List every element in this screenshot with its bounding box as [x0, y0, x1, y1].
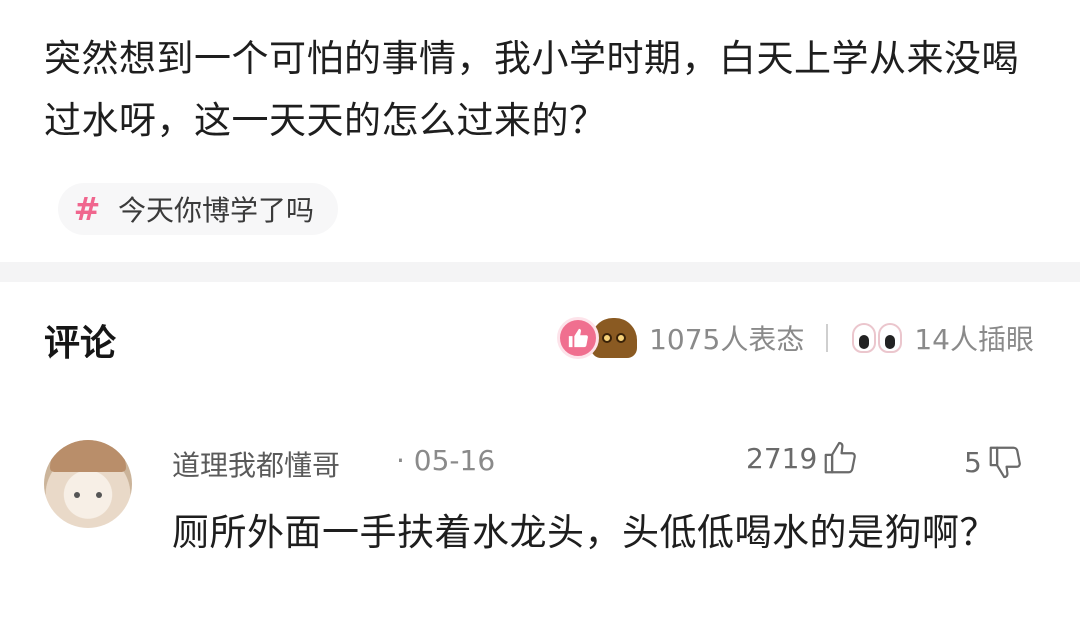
comment-date: · 05-16 — [396, 444, 496, 477]
eyes-count: 14人插眼 — [914, 323, 1034, 356]
section-divider — [0, 262, 1080, 282]
post-body-text: 突然想到一个可怕的事情，我小学时期，白天上学从来没喝过水呀，这一天天的怎么过来的… — [44, 37, 1019, 142]
dislike-count: 5 — [964, 445, 982, 479]
like-button[interactable]: 2719 — [746, 436, 859, 480]
thumbs-down-icon — [989, 446, 1021, 479]
comment-body-text: 厕所外面一手扶着水龙头，头低低喝水的是狗啊？ — [172, 511, 997, 554]
topic-label: 今天你博学了吗 — [118, 194, 315, 227]
post-card: 突然想到一个可怕的事情，我小学时期，白天上学从来没喝过水呀，这一天天的怎么过来的… — [0, 0, 1080, 262]
comment-username[interactable]: 道理我都懂哥 — [172, 444, 340, 484]
reaction-count: 1075人表态 — [649, 323, 805, 356]
dislike-button[interactable]: 5 — [964, 440, 1024, 484]
comments-title: 评论 — [44, 323, 117, 364]
like-count: 2719 — [746, 441, 818, 475]
reactions-bar[interactable]: 1075人表态 14人插眼 — [557, 310, 1034, 366]
comment-item: 道理我都懂哥 · 05-16 2719 5 厕所外面一手扶着水龙头，头低低喝水的… — [0, 392, 1080, 644]
hash-icon: # — [73, 190, 101, 228]
thumbs-up-reaction-icon — [557, 317, 600, 359]
thumbs-up-icon — [824, 441, 857, 474]
comments-header: 评论 1075人表态 14人插眼 — [0, 282, 1080, 392]
topic-chip[interactable]: # 今天你博学了吗 — [58, 183, 339, 235]
eyes-icon — [850, 320, 904, 356]
avatar[interactable] — [44, 440, 132, 528]
reaction-separator — [826, 324, 829, 352]
